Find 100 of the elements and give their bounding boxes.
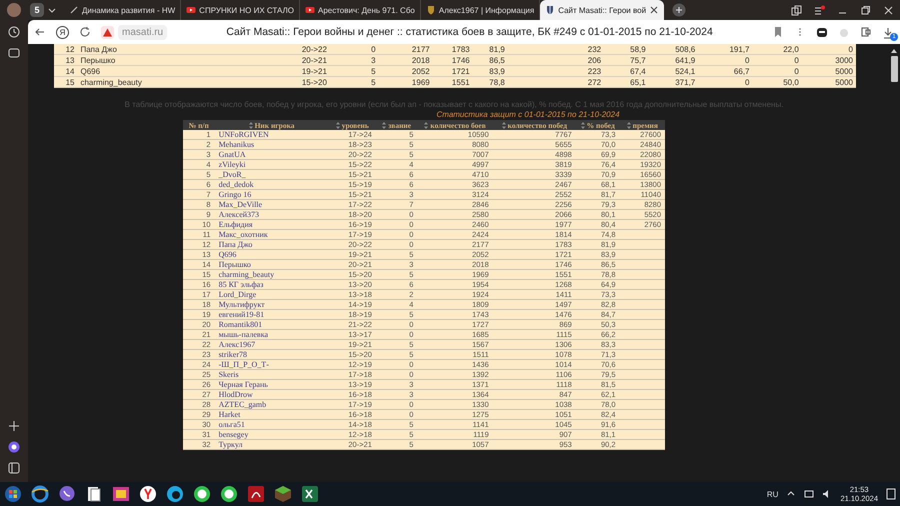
- table-cell: 65,1: [604, 76, 649, 88]
- crest-icon: [426, 5, 436, 15]
- table-cell: 14: [54, 66, 78, 76]
- table-cell: 50,0: [752, 76, 802, 88]
- sort-icon[interactable]: [580, 122, 585, 128]
- table-cell: 83,9: [472, 66, 508, 76]
- table-cell: 75,7: [604, 54, 649, 66]
- tab-count[interactable]: 5: [30, 3, 44, 17]
- table-cell: 223: [508, 66, 604, 76]
- table-cell: 86,5: [472, 54, 508, 66]
- menu-icon[interactable]: [814, 4, 825, 16]
- cube-icon[interactable]: [274, 485, 292, 503]
- scroll-up-icon[interactable]: [890, 48, 898, 54]
- table-cell: 5000: [802, 66, 856, 76]
- table-cell: 20->22: [275, 44, 330, 54]
- table-cell: 272: [508, 76, 604, 88]
- table-cell: 5000: [802, 76, 856, 88]
- media-icon[interactable]: [8, 47, 20, 59]
- table-cell: 22,0: [752, 44, 802, 54]
- pen-icon: [69, 5, 79, 15]
- table-cell: 0: [752, 54, 802, 66]
- sort-icon[interactable]: [424, 122, 428, 128]
- extension-icon[interactable]: [860, 26, 872, 38]
- page-title: Сайт Masati:: Герои войны и денег :: статистика боев в защите, БК #249 с 01-01-2015 по 21-10-2024: [225, 26, 714, 38]
- table-cell: 58,9: [604, 44, 649, 54]
- extension-icon[interactable]: [816, 26, 828, 38]
- shield-icon: [545, 5, 556, 15]
- table-cell: 1721: [432, 66, 473, 76]
- spreadsheet-icon[interactable]: [301, 485, 319, 503]
- table-cell: 66,7: [698, 66, 752, 76]
- yandex-logo[interactable]: Я: [56, 26, 69, 38]
- table-cell: 67,4: [604, 66, 649, 76]
- assistant-icon[interactable]: [8, 441, 20, 453]
- table-cell: 0: [698, 54, 752, 66]
- history-icon[interactable]: [8, 26, 20, 38]
- table-cell: charming_beauty: [77, 76, 276, 88]
- browser-icon[interactable]: [220, 485, 238, 503]
- browser-icon[interactable]: [139, 485, 157, 503]
- table-cell: 232: [508, 44, 604, 54]
- sort-icon[interactable]: [626, 122, 631, 128]
- browser-icon[interactable]: [31, 485, 49, 503]
- video-icon: [305, 5, 315, 15]
- sort-icon[interactable]: [336, 122, 340, 128]
- stats-caption: Статистика защит с 01-01-2015 по 21-10-2024: [436, 110, 620, 119]
- table-cell: 13: [54, 54, 78, 66]
- table-cell: 1746: [432, 54, 473, 66]
- table-cell: Папа Джо: [77, 44, 276, 54]
- table-cell: 0: [752, 66, 802, 76]
- table-cell: 81,9: [472, 44, 508, 54]
- table-cell: 15: [54, 76, 78, 88]
- chat-icon[interactable]: [58, 485, 76, 503]
- table-cell: 641,9: [648, 54, 698, 66]
- table-cell: 15->20: [275, 76, 330, 88]
- table-cell: 3000: [802, 54, 856, 66]
- table-cell: 19->21: [275, 66, 330, 76]
- table-cell: 508,6: [648, 44, 698, 54]
- table-cell: 78,8: [472, 76, 508, 88]
- table-cell: Перышко: [77, 54, 276, 66]
- table-cell: 524,1: [648, 66, 698, 76]
- sort-icon[interactable]: [382, 122, 386, 128]
- back-icon[interactable]: [34, 26, 46, 38]
- table-cell: 2177: [378, 44, 433, 54]
- language-indicator[interactable]: RU: [766, 490, 778, 498]
- new-tab-icon[interactable]: [672, 3, 686, 17]
- profile-avatar[interactable]: [7, 3, 21, 17]
- table-cell: 12: [54, 44, 78, 54]
- browser-tab[interactable]: Сайт Masati:: Герои вой: [540, 0, 664, 20]
- bookmark-icon[interactable]: [772, 26, 784, 38]
- table-cell: 3: [330, 54, 379, 66]
- table-cell: 0: [802, 44, 856, 54]
- table-cell: 1551: [432, 76, 473, 88]
- start-icon[interactable]: [4, 485, 22, 503]
- table-cell: 1969: [378, 76, 433, 88]
- restore-icon[interactable]: [860, 4, 871, 16]
- table-cell: 20->21: [275, 54, 330, 66]
- browser-icon[interactable]: [193, 485, 211, 503]
- video-icon: [186, 5, 196, 15]
- player-link[interactable]: UNFoRGIVEN: [214, 130, 329, 140]
- cards-icon[interactable]: [85, 485, 103, 503]
- panel-icon[interactable]: [8, 462, 20, 474]
- table-cell: Q696: [77, 66, 276, 76]
- table-cell: 2052: [378, 66, 433, 76]
- table-cell: 0: [698, 76, 752, 88]
- sort-icon[interactable]: [248, 122, 253, 128]
- tabs-icon[interactable]: [791, 4, 802, 16]
- table-cell: 206: [508, 54, 604, 66]
- reload-icon[interactable]: [79, 26, 91, 38]
- sort-icon[interactable]: [502, 122, 506, 128]
- pdf-icon[interactable]: [247, 485, 265, 503]
- scroll-thumb[interactable]: [890, 56, 898, 82]
- close-icon[interactable]: [649, 5, 660, 15]
- table-cell: 191,7: [698, 44, 752, 54]
- table-cell: 2018: [378, 54, 433, 66]
- add-icon[interactable]: [8, 420, 20, 432]
- table-cell: 0: [330, 44, 379, 54]
- table-cell: 5: [330, 76, 379, 88]
- table-cell: 371,7: [648, 76, 698, 88]
- browser-icon[interactable]: [166, 485, 184, 503]
- table-cell: 5: [330, 66, 379, 76]
- warning-icon[interactable]: [101, 26, 114, 38]
